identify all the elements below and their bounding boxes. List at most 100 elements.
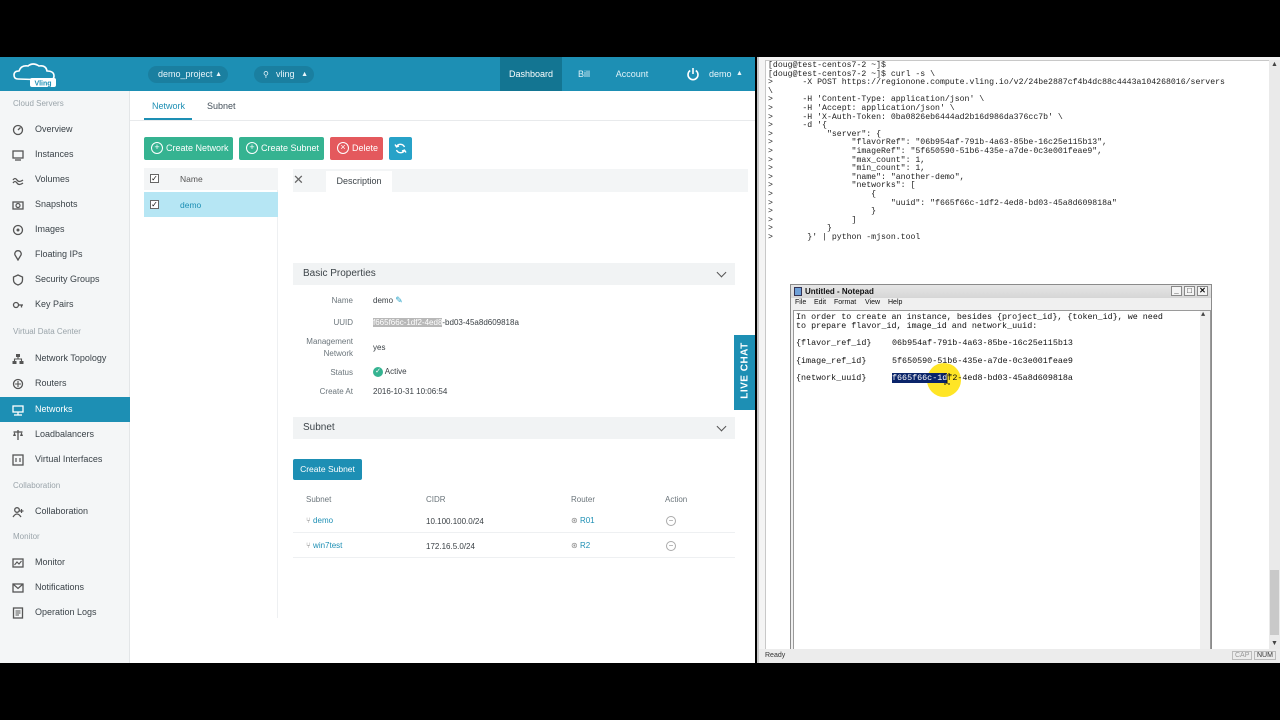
scroll-up-arrow-icon[interactable]: ▲ (1271, 61, 1278, 68)
remove-subnet-icon[interactable]: − (666, 541, 676, 551)
sidebar-item-routers[interactable]: Routers (0, 371, 130, 396)
list-header: ✓ Name (144, 168, 278, 190)
sidebar-item-collaboration[interactable]: Collaboration (0, 499, 130, 524)
scroll-up-arrow-icon[interactable]: ▲ (1201, 311, 1205, 319)
live-chat-button[interactable]: LIVE CHAT (734, 335, 755, 410)
field-label: UUID (333, 318, 353, 327)
sidebar-item-operation-logs[interactable]: Operation Logs (0, 600, 130, 625)
tab-description[interactable]: Description (326, 171, 392, 192)
sidebar-item-snapshots[interactable]: Snapshots (0, 192, 130, 217)
sidebar-item-virtual-interfaces[interactable]: Virtual Interfaces (0, 447, 130, 472)
overview-icon (12, 124, 24, 136)
logs-icon (12, 607, 24, 619)
scrollbar-thumb[interactable] (1270, 570, 1279, 635)
plus-icon: + (151, 142, 163, 154)
menu-format[interactable]: Format (834, 299, 856, 306)
top-bar: Vling demo_project ▲ ⚲ vling ▲ Dashboard… (0, 57, 755, 91)
subnet-table-header: Subnet CIDR Router Action (293, 491, 735, 507)
delete-button[interactable]: × Delete (330, 137, 383, 160)
sidebar-item-notifications[interactable]: Notifications (0, 575, 130, 600)
subnet-link[interactable]: ⑂ win7test (306, 541, 342, 550)
nav-dashboard[interactable]: Dashboard (500, 57, 562, 91)
sidebar-item-networks[interactable]: Networks (0, 397, 130, 422)
select-all-checkbox[interactable]: ✓ (150, 174, 159, 183)
notepad-title-bar[interactable]: Untitled - Notepad _ □ ✕ (791, 285, 1211, 298)
router-link[interactable]: ⊛ R01 (571, 516, 595, 525)
check-circle-icon: ✓ (373, 367, 383, 377)
subnet-icon: ⑂ (306, 541, 311, 550)
notifications-icon (12, 583, 24, 593)
project-selector[interactable]: demo_project ▲ (148, 66, 228, 83)
subnet-icon: ⑂ (306, 516, 311, 525)
close-icon[interactable]: ✕ (1197, 286, 1208, 296)
text-line: {flavor_ref_id} 06b954af-791b-4a63-85be-1… (796, 338, 1073, 348)
create-subnet-button[interactable]: + Create Subnet (239, 137, 324, 160)
created-at-value: 2016-10-31 10:06:54 (373, 387, 448, 396)
sidebar-item-security-groups[interactable]: Security Groups (0, 267, 130, 292)
sidebar-item-images[interactable]: Images (0, 217, 130, 242)
terminal-scrollbar[interactable]: ▲ ▼ (1269, 60, 1280, 650)
nav-bill[interactable]: Bill (568, 57, 600, 91)
remove-subnet-icon[interactable]: − (666, 516, 676, 526)
name-text: demo (373, 296, 394, 305)
column-action: Action (665, 495, 688, 504)
sidebar-item-monitor[interactable]: Monitor (0, 550, 130, 575)
caret-down-icon: ▲ (215, 71, 222, 78)
edit-pencil-icon[interactable]: ✎ (395, 295, 403, 305)
notepad-text-area[interactable]: In order to create an instance, besides … (793, 310, 1211, 662)
uuid-selection: f665f66c-1df2-4ed8 (373, 318, 443, 327)
sidebar-item-overview[interactable]: Overview (0, 117, 130, 142)
router-link[interactable]: ⊛ R2 (571, 541, 590, 550)
project-name: demo_project (158, 69, 213, 79)
nav-account[interactable]: Account (610, 57, 654, 91)
create-subnet-inline-button[interactable]: Create Subnet (293, 459, 362, 480)
sidebar-item-label: Overview (35, 124, 73, 134)
list-item[interactable]: ✓ demo (144, 192, 278, 217)
network-icon (12, 405, 24, 416)
sidebar-item-loadbalancers[interactable]: Loadbalancers (0, 422, 130, 447)
user-menu[interactable]: demo ▲ (686, 57, 746, 91)
sidebar-item-key-pairs[interactable]: Key Pairs (0, 292, 130, 317)
router-icon: ⊛ (571, 541, 578, 550)
sidebar-item-label: Monitor (35, 557, 66, 567)
menu-help[interactable]: Help (888, 299, 902, 306)
sidebar-item-instances[interactable]: Instances (0, 142, 130, 167)
plus-icon: + (246, 142, 258, 154)
menu-edit[interactable]: Edit (814, 299, 826, 306)
key-text: {network_uuid} (796, 373, 867, 383)
refresh-button[interactable] (389, 137, 412, 160)
field-label: Create At (319, 387, 353, 396)
create-network-button[interactable]: + Create Network (144, 137, 233, 160)
pin-icon (14, 250, 22, 261)
section-virtual-data-center: Virtual Data Center (13, 327, 81, 336)
sidebar-item-network-topology[interactable]: Network Topology (0, 346, 130, 371)
row-checkbox[interactable]: ✓ (150, 200, 159, 209)
section-title: Subnet (303, 422, 335, 433)
basic-properties-header[interactable]: Basic Properties (293, 263, 735, 285)
maximize-icon[interactable]: □ (1184, 286, 1195, 296)
network-list: ✓ Name ✓ demo (144, 168, 278, 618)
close-icon[interactable]: ✕ (293, 172, 304, 188)
vling-logo[interactable]: Vling (10, 61, 60, 89)
detail-tabbar: ✕ Description (293, 169, 748, 192)
sidebar-item-floating-ips[interactable]: Floating IPs (0, 242, 130, 267)
close-circle-icon: × (337, 142, 349, 154)
tab-network[interactable]: Network (152, 101, 185, 111)
menu-view[interactable]: View (865, 299, 880, 306)
tab-subnet[interactable]: Subnet (207, 101, 236, 111)
status-text: Active (384, 367, 407, 377)
sidebar-item-label: Loadbalancers (35, 429, 95, 439)
power-icon (687, 68, 699, 81)
scroll-down-arrow-icon[interactable]: ▼ (1271, 640, 1278, 647)
section-cloud-servers: Cloud Servers (13, 99, 64, 108)
network-name-link[interactable]: demo (180, 200, 201, 210)
sidebar-item-volumes[interactable]: Volumes (0, 167, 130, 192)
topology-icon (12, 354, 24, 364)
notepad-scrollbar[interactable]: ▲ (1200, 311, 1210, 661)
minimize-icon[interactable]: _ (1171, 286, 1182, 296)
region-selector[interactable]: ⚲ vling ▲ (254, 66, 314, 83)
menu-file[interactable]: File (795, 299, 806, 306)
subnet-section-header[interactable]: Subnet (293, 417, 735, 439)
notepad-menu-bar: File Edit Format View Help (791, 298, 1211, 309)
subnet-link[interactable]: ⑂ demo (306, 516, 333, 525)
